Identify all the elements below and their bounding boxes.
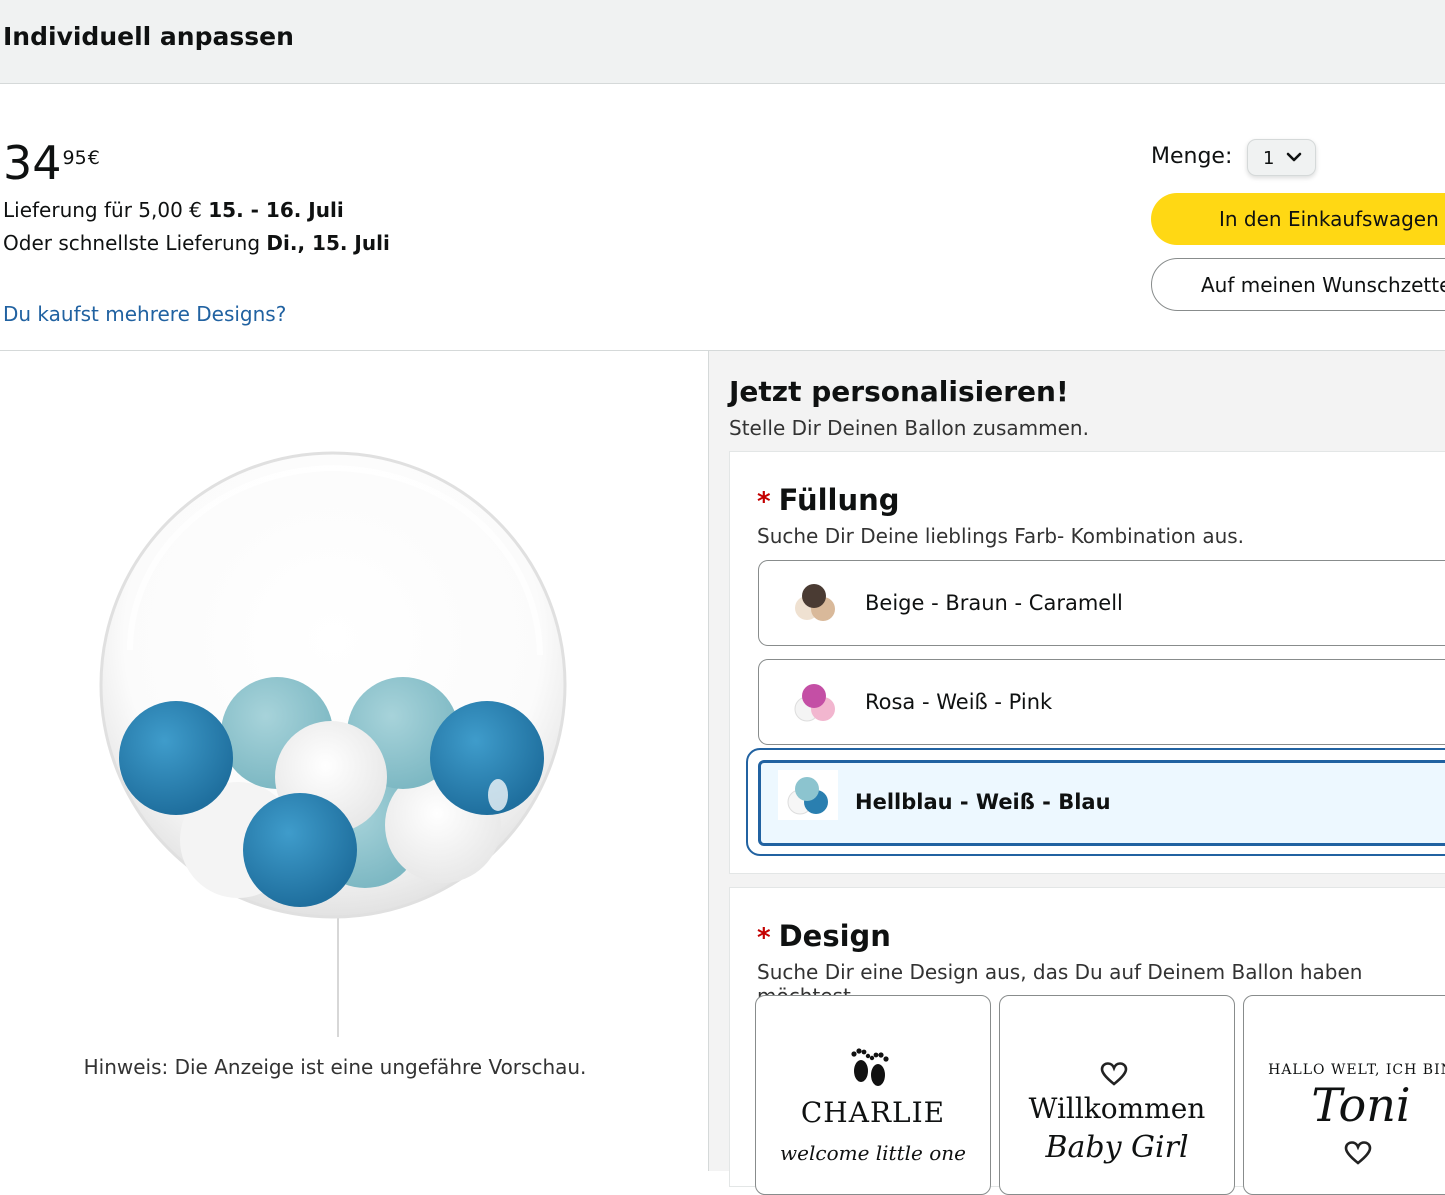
customize-header: Individuell anpassen <box>0 0 1445 84</box>
filling-option-label: Hellblau - Weiß - Blau <box>855 790 1111 814</box>
filling-subtitle: Suche Dir Deine lieblings Farb- Kombinat… <box>757 524 1245 548</box>
design-tile-willkommen[interactable]: Willkommen Baby Girl <box>999 995 1235 1195</box>
filling-option-label: Beige - Braun - Caramell <box>865 591 1123 615</box>
price-whole: 34 <box>3 136 62 190</box>
price: 3495€ <box>3 140 100 186</box>
balloon-preview-image <box>99 451 567 1037</box>
design-name: CHARLIE <box>800 1096 946 1129</box>
add-to-cart-button[interactable]: In den Einkaufswagen <box>1151 193 1445 245</box>
filling-option-hellblau[interactable]: Hellblau - Weiß - Blau <box>746 748 1445 856</box>
delivery-date: 15. - 16. Juli <box>208 198 344 222</box>
design-tile-charlie[interactable]: CHARLIE welcome little one <box>755 995 991 1195</box>
delivery-prefix: Lieferung für 5,00 € <box>3 198 209 222</box>
delivery-info: Lieferung für 5,00 € 15. - 16. Juli <box>3 198 344 222</box>
design-title-text: Design <box>778 919 891 953</box>
personalize-subtitle: Stelle Dir Deinen Ballon zusammen. <box>729 416 1089 440</box>
filling-title-text: Füllung <box>778 483 900 517</box>
preview-note: Hinweis: Die Anzeige ist eine ungefähre … <box>83 1055 587 1079</box>
filling-title: * Füllung <box>757 483 900 517</box>
color-swatch-icon <box>795 584 835 621</box>
personalize-title: Jetzt personalisieren! <box>729 375 1069 408</box>
design-script: HALLO WELT, ICH BIN <box>1268 1062 1445 1078</box>
fastest-delivery-date: Di., 15. Juli <box>266 231 390 255</box>
filling-option-label: Rosa - Weiß - Pink <box>865 690 1053 714</box>
heart-icon <box>1344 1141 1372 1165</box>
quantity-select[interactable]: 1 <box>1247 139 1316 176</box>
price-currency: € <box>87 147 100 169</box>
quantity-value: 1 <box>1263 148 1275 169</box>
add-to-wishlist-button[interactable]: Auf meinen Wunschzettel <box>1151 258 1445 311</box>
multiple-designs-link[interactable]: Du kaufst mehrere Designs? <box>3 302 286 326</box>
design-tile-toni[interactable]: HALLO WELT, ICH BIN Toni <box>1243 995 1445 1195</box>
filling-option-beige[interactable]: Beige - Braun - Caramell <box>758 560 1445 646</box>
price-fraction: 95 <box>62 147 87 169</box>
quantity-label: Menge: <box>1151 144 1233 169</box>
design-script: Baby Girl <box>1045 1130 1189 1165</box>
required-marker: * <box>757 487 771 517</box>
baby-feet-icon <box>851 1048 889 1086</box>
design-name: Toni <box>1311 1078 1411 1132</box>
design-script: welcome little one <box>780 1141 966 1165</box>
heart-icon <box>1100 1062 1128 1086</box>
fastest-delivery-prefix: Oder schnellste Lieferung <box>3 231 267 255</box>
chevron-down-icon <box>1286 152 1302 162</box>
fastest-delivery-info: Oder schnellste Lieferung Di., 15. Juli <box>3 231 390 255</box>
required-marker: * <box>757 923 771 953</box>
filling-option-rosa[interactable]: Rosa - Weiß - Pink <box>758 659 1445 745</box>
color-swatch-icon <box>794 684 835 722</box>
design-title: * Design <box>757 919 891 953</box>
page-title: Individuell anpassen <box>3 22 294 51</box>
color-swatch-icon <box>778 770 838 820</box>
design-name: Willkommen <box>1028 1092 1206 1125</box>
